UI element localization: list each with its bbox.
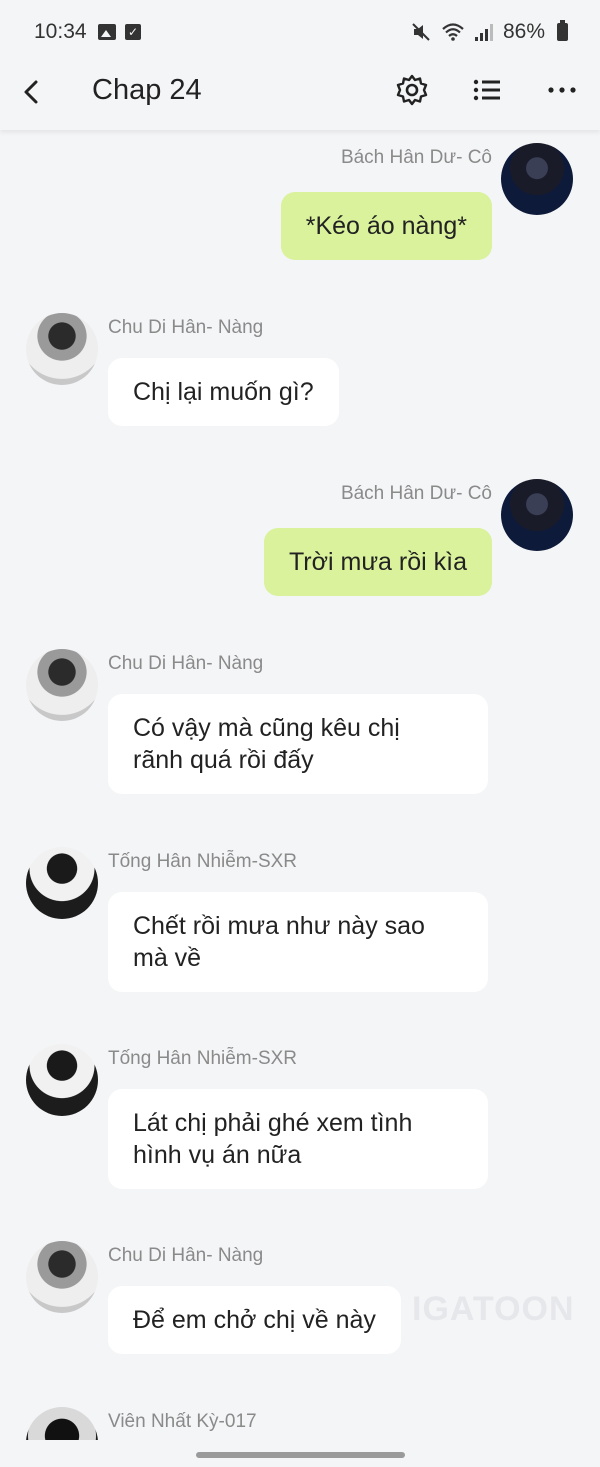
chat-message-list[interactable]: Bách Hân Dư- Cô *Kéo áo nàng* Chu Di Hân…: [0, 130, 600, 1440]
chat-header: Chap 24: [0, 64, 600, 130]
sender-name: Chu Di Hân- Nàng: [108, 317, 264, 338]
avatar[interactable]: [26, 847, 98, 919]
sender-name: Tống Hân Nhiễm-SXR: [108, 851, 298, 872]
sender-name: Bách Hân Dư- Cô: [340, 483, 492, 504]
message-line: Lát chị phải ghé xem tình: [133, 1109, 413, 1137]
page-title: Chap 24: [92, 74, 202, 106]
sender-name: Chu Di Hân- Nàng: [108, 1245, 264, 1266]
sender-name: Chu Di Hân- Nàng: [108, 653, 264, 674]
message-line: mà về: [133, 944, 202, 972]
mute-icon: [411, 22, 431, 42]
avatar[interactable]: [501, 479, 573, 551]
wifi-icon: [441, 22, 465, 42]
status-time: 10:34: [34, 20, 87, 43]
message-line: Chết rồi mưa như này sao: [133, 912, 425, 940]
sender-name: Tống Hân Nhiễm-SXR: [108, 1048, 298, 1069]
sender-name: Bách Hân Dư- Cô: [340, 147, 492, 168]
message-line: hình vụ án nữa: [133, 1141, 302, 1169]
gear-icon: [396, 74, 428, 106]
avatar[interactable]: [26, 1407, 98, 1440]
message-bubble[interactable]: Chị lại muốn gì?: [108, 358, 339, 426]
message-bubble[interactable]: *Kéo áo nàng*: [280, 192, 492, 260]
settings-button[interactable]: [392, 70, 432, 110]
message-line: Có vậy mà cũng kêu chị: [133, 714, 400, 742]
battery-percent: 86%: [502, 20, 545, 43]
sender-name: Viên Nhất Kỳ-017: [108, 1411, 257, 1432]
avatar[interactable]: [26, 1241, 98, 1313]
message-line: rãnh quá rồi đấy: [133, 746, 314, 774]
image-icon: [98, 24, 116, 40]
message-bubble[interactable]: Lát chị phải ghé xem tình hình vụ án nữa: [108, 1089, 488, 1189]
more-icon: [548, 87, 576, 93]
status-bar: 10:34 ✓ 86%: [0, 0, 600, 64]
back-icon: [24, 80, 38, 104]
message-bubble[interactable]: Chết rồi mưa như này sao mà về: [108, 892, 488, 992]
battery-icon: [557, 20, 568, 41]
signal-icon: [474, 23, 493, 41]
list-icon: [473, 79, 500, 101]
chapter-list-button[interactable]: [467, 70, 507, 110]
more-options-button[interactable]: [542, 70, 582, 110]
check-icon: ✓: [125, 24, 141, 40]
message-bubble[interactable]: Có vậy mà cũng kêu chị rãnh quá rồi đấy: [108, 694, 488, 794]
status-right-group: 86%: [411, 20, 568, 44]
avatar[interactable]: [26, 649, 98, 721]
avatar[interactable]: [26, 313, 98, 385]
message-bubble[interactable]: Để em chở chị về này: [108, 1286, 401, 1354]
watermark: IGATOON: [412, 1290, 575, 1328]
back-button[interactable]: [14, 72, 50, 112]
message-bubble[interactable]: Trời mưa rồi kìa: [263, 528, 492, 596]
avatar[interactable]: [26, 1044, 98, 1116]
avatar[interactable]: [501, 143, 573, 215]
home-indicator[interactable]: [196, 1452, 405, 1458]
